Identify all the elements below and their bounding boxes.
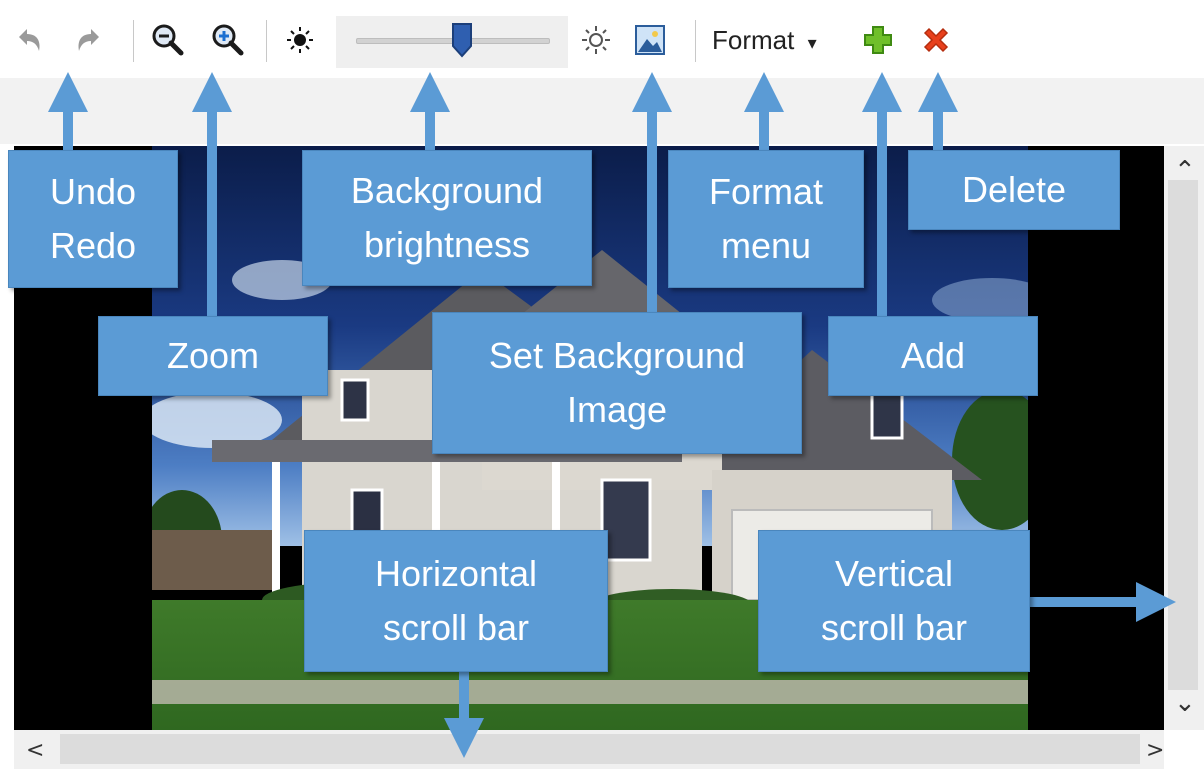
scroll-right-icon[interactable]: > xyxy=(1146,738,1164,764)
redo-button[interactable] xyxy=(70,20,110,60)
vertical-scrollbar-thumb[interactable] xyxy=(1168,180,1198,690)
background-image-walkway xyxy=(152,680,1028,704)
delete-button[interactable] xyxy=(916,20,956,60)
toolbar-separator xyxy=(133,20,134,62)
format-menu-label: Format xyxy=(712,25,795,55)
background-image-icon xyxy=(635,25,665,55)
brightness-decrease-button[interactable] xyxy=(280,20,320,60)
slider-thumb[interactable] xyxy=(451,22,473,58)
callout-sbi-line1: Set Background xyxy=(488,335,746,376)
callout-fm-line1: Format xyxy=(708,171,823,212)
scroll-left-icon[interactable]: < xyxy=(26,738,44,764)
set-background-image-button[interactable] xyxy=(630,20,670,60)
zoom-in-button[interactable] xyxy=(208,20,248,60)
toolbar-strip xyxy=(0,78,1204,144)
callout-vsb-line2: scroll bar xyxy=(820,607,968,648)
delete-icon xyxy=(923,27,949,53)
callout-bb-line1: Background xyxy=(350,170,544,211)
undo-icon xyxy=(19,29,40,51)
add-icon xyxy=(864,26,892,54)
callout-vertical-scroll-bar: Vertical scroll bar xyxy=(758,530,1030,672)
callout-hsb-line2: scroll bar xyxy=(382,607,530,648)
callout-format-menu: Format menu xyxy=(668,150,864,288)
callout-zoom-text: Zoom xyxy=(166,335,260,376)
chevron-down-icon: ▾ xyxy=(807,33,817,53)
zoom-out-icon xyxy=(152,24,184,56)
toolbar-separator xyxy=(266,20,267,62)
slider-thumb-shape xyxy=(451,23,472,58)
callout-zoom: Zoom xyxy=(98,316,328,396)
callout-undo-text: Undo xyxy=(49,171,137,212)
callout-add: Add xyxy=(828,316,1038,396)
callout-horizontal-scroll-bar: Horizontal scroll bar xyxy=(304,530,608,672)
callout-add-text: Add xyxy=(900,335,966,376)
callout-vsb-line1: Vertical xyxy=(834,553,954,594)
format-menu[interactable]: Format ▾ xyxy=(712,20,817,63)
brightness-low-icon xyxy=(287,27,313,53)
callout-delete-text: Delete xyxy=(961,169,1067,210)
brightness-high-icon xyxy=(582,26,610,54)
toolbar: Format ▾ xyxy=(0,0,1204,78)
toolbar-separator xyxy=(695,20,696,62)
redo-icon xyxy=(78,29,99,51)
callout-background-brightness: Background brightness xyxy=(302,150,592,286)
callout-bb-line2: brightness xyxy=(363,224,531,265)
scroll-down-icon[interactable]: ⌄ xyxy=(1174,690,1196,716)
callout-redo-text: Redo xyxy=(49,225,137,266)
undo-button[interactable] xyxy=(8,20,48,60)
brightness-increase-button[interactable] xyxy=(576,20,616,60)
callout-fm-line2: menu xyxy=(720,225,812,266)
add-button[interactable] xyxy=(858,20,898,60)
callout-delete: Delete xyxy=(908,150,1120,230)
callout-undo-redo: Undo Redo xyxy=(8,150,178,288)
horizontal-scrollbar-thumb[interactable] xyxy=(60,734,1140,764)
scroll-up-icon[interactable]: ⌃ xyxy=(1174,158,1196,184)
zoom-out-button[interactable] xyxy=(148,20,188,60)
zoom-in-icon xyxy=(212,24,244,56)
callout-sbi-line2: Image xyxy=(566,389,668,430)
callout-set-background-image: Set Background Image xyxy=(432,312,802,454)
callout-hsb-line1: Horizontal xyxy=(374,553,538,594)
